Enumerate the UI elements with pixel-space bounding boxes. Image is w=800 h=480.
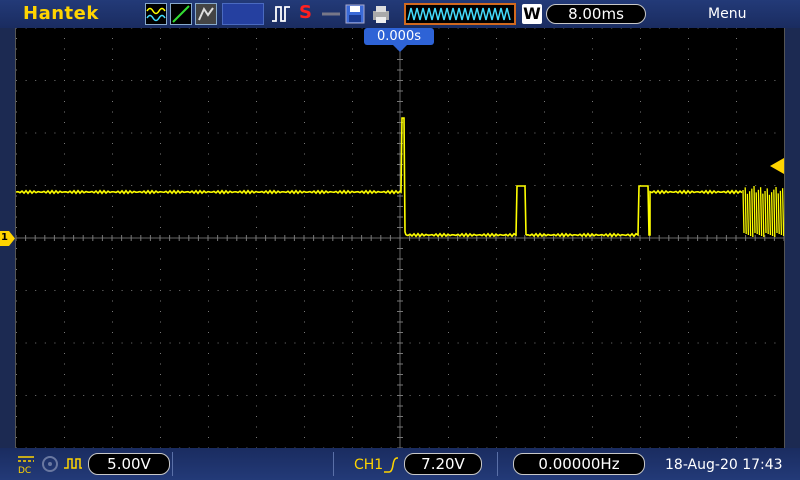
trigger-position-arrow [393, 45, 407, 52]
link-icon [320, 3, 342, 25]
stop-status-icon[interactable]: S [299, 2, 312, 24]
waveform-screen [15, 28, 785, 448]
channel1-trace-burst [742, 185, 784, 238]
persistence-icon[interactable] [195, 3, 217, 25]
frequency-display: 0.00000Hz [513, 453, 645, 475]
print-icon[interactable] [370, 3, 392, 25]
svg-text:DC: DC [18, 466, 31, 475]
separator [172, 452, 173, 476]
datetime-display: 18-Aug-20 17:43 [665, 457, 783, 473]
separator [497, 452, 498, 476]
vector-display-icon[interactable] [170, 3, 192, 25]
memory-indicator [222, 3, 264, 25]
waveform-display-icon[interactable] [145, 3, 167, 25]
timebase-display[interactable]: 8.00ms [546, 4, 646, 24]
menu-button[interactable]: Menu [708, 6, 746, 22]
bandwidth-limit-icon[interactable] [40, 454, 60, 474]
trigger-level-display[interactable]: 7.20V [404, 453, 482, 475]
save-icon[interactable] [344, 3, 366, 25]
brand-logo: Hantek [23, 3, 99, 24]
trigger-edge-icon[interactable] [270, 3, 292, 25]
channel1-marker-label: 1 [1, 232, 8, 243]
channel1-trace [16, 117, 743, 238]
separator [333, 452, 334, 476]
trigger-source-label[interactable]: CH1 [354, 457, 383, 473]
volts-per-div-display[interactable]: 5.00V [88, 453, 170, 475]
dc-coupling-icon[interactable]: DC [16, 453, 36, 476]
window-mode-icon[interactable]: W [522, 4, 542, 24]
top-toolbar [0, 0, 800, 28]
waveform-memory-display[interactable] [404, 3, 516, 25]
trigger-time-marker[interactable]: 0.000s [364, 28, 434, 45]
axis-ticks [16, 28, 784, 448]
invert-icon[interactable] [62, 454, 84, 474]
rising-edge-icon[interactable] [383, 455, 399, 475]
trigger-level-icon[interactable] [770, 158, 784, 174]
